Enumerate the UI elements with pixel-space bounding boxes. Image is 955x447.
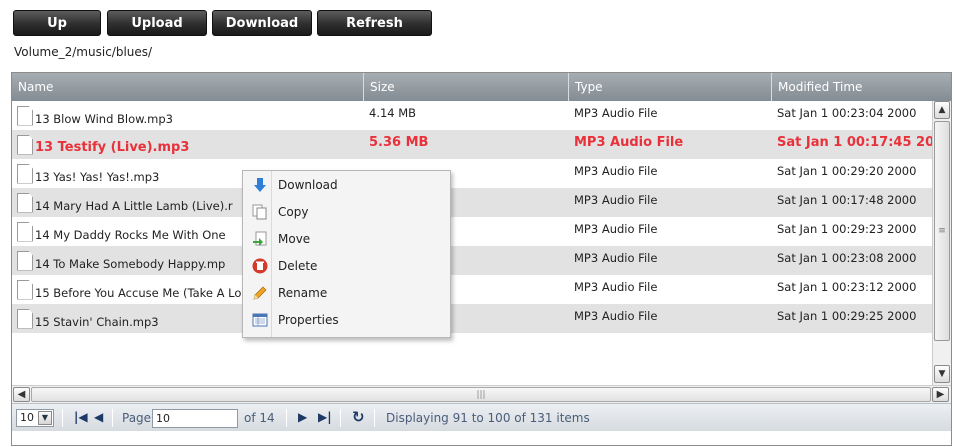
grid-header: Name Size Type Modified Time: [12, 73, 951, 101]
grid-rows: 13 Blow Wind Blow.mp3 4.14 MB MP3 Audio …: [12, 101, 932, 385]
refresh-icon[interactable]: ↻: [352, 408, 365, 426]
upload-button[interactable]: Upload: [107, 10, 207, 36]
menu-item-move[interactable]: Move: [245, 226, 448, 252]
type-cell: MP3 Audio File: [574, 309, 658, 323]
table-row[interactable]: 14 Mary Had A Little Lamb (Live).r MP3 A…: [12, 188, 932, 217]
column-header-size[interactable]: Size: [364, 73, 569, 101]
move-icon: [250, 230, 270, 248]
column-header-modified[interactable]: Modified Time: [772, 73, 951, 101]
type-cell: MP3 Audio File: [574, 135, 684, 150]
type-cell: MP3 Audio File: [574, 280, 658, 294]
horizontal-scroll-thumb[interactable]: |||: [31, 387, 931, 402]
scroll-up-icon[interactable]: ▲: [934, 101, 950, 119]
file-icon: [17, 279, 33, 300]
separator: [286, 409, 287, 427]
file-icon: [17, 192, 33, 213]
separator: [62, 409, 63, 427]
modified-cell: Sat Jan 1 00:17:45 20: [777, 135, 932, 150]
modified-cell: Sat Jan 1 00:23:04 2000: [777, 106, 917, 120]
name-cell: 13 Testify (Live).mp3: [12, 130, 364, 159]
table-row[interactable]: 15 Before You Accuse Me (Take A Look).mp…: [12, 275, 932, 304]
vertical-scroll-thumb[interactable]: ≡: [934, 121, 950, 341]
pagination-bar: 10 ▼ |◀ ◀ Page 10 of 14 ▶ ▶| ↻ Displayin…: [12, 403, 951, 431]
display-status: Displaying 91 to 100 of 131 items: [386, 411, 590, 425]
file-icon: [17, 163, 33, 184]
column-header-type[interactable]: Type: [569, 73, 772, 101]
menu-item-properties[interactable]: Properties: [245, 307, 448, 333]
modified-cell: Sat Jan 1 00:23:12 2000: [777, 280, 917, 294]
copy-icon: [250, 203, 270, 221]
scroll-down-icon[interactable]: ▼: [934, 365, 950, 383]
modified-cell: Sat Jan 1 00:29:23 2000: [777, 222, 917, 236]
separator: [340, 409, 341, 427]
menu-item-copy[interactable]: Copy: [245, 199, 448, 225]
table-row[interactable]: 13 Blow Wind Blow.mp3 4.14 MB MP3 Audio …: [12, 101, 932, 130]
file-icon: [17, 250, 33, 271]
separator: [374, 409, 375, 427]
size-cell: 5.36 MB: [369, 135, 429, 150]
chevron-down-icon[interactable]: ▼: [38, 411, 52, 425]
rename-pencil-icon: [250, 284, 270, 302]
current-path: Volume_2/music/blues/: [14, 45, 153, 59]
type-cell: MP3 Audio File: [574, 251, 658, 265]
type-cell: MP3 Audio File: [574, 164, 658, 178]
file-grid: Name Size Type Modified Time 13 Blow Win…: [11, 72, 952, 446]
modified-cell: Sat Jan 1 00:17:48 2000: [777, 193, 917, 207]
modified-cell: Sat Jan 1 00:29:25 2000: [777, 309, 917, 323]
separator: [112, 409, 113, 427]
type-cell: MP3 Audio File: [574, 222, 658, 236]
page-size-select[interactable]: 10 ▼: [16, 409, 54, 427]
vertical-scrollbar[interactable]: ▲ ≡ ▼: [932, 101, 951, 385]
type-cell: MP3 Audio File: [574, 106, 658, 120]
previous-page-icon[interactable]: ◀: [94, 410, 103, 424]
context-menu: Download Copy Move Delete Rename Propert…: [242, 170, 451, 338]
table-row[interactable]: 14 My Daddy Rocks Me With One MP3 Audio …: [12, 217, 932, 246]
first-page-icon[interactable]: |◀: [74, 410, 88, 424]
next-page-icon[interactable]: ▶: [298, 410, 307, 424]
column-header-name[interactable]: Name: [12, 73, 364, 101]
menu-item-download[interactable]: Download: [245, 172, 448, 198]
modified-cell: Sat Jan 1 00:29:20 2000: [777, 164, 917, 178]
table-row[interactable]: 15 Stavin' Chain.mp3 3.30 MB MP3 Audio F…: [12, 304, 932, 333]
properties-icon: [250, 311, 270, 329]
file-icon: [17, 308, 33, 329]
download-arrow-icon: [250, 176, 270, 194]
delete-icon: [250, 257, 270, 275]
type-cell: MP3 Audio File: [574, 193, 658, 207]
page-number-input[interactable]: 10: [152, 409, 238, 428]
table-row[interactable]: 14 To Make Somebody Happy.mp MP3 Audio F…: [12, 246, 932, 275]
file-icon: [17, 221, 33, 242]
up-button[interactable]: Up: [13, 10, 101, 36]
file-icon: [17, 134, 33, 155]
menu-item-rename[interactable]: Rename: [245, 280, 448, 306]
name-cell: 13 Blow Wind Blow.mp3: [12, 101, 364, 130]
download-button[interactable]: Download: [212, 10, 312, 36]
page-label: Page: [122, 411, 152, 425]
modified-cell: Sat Jan 1 00:23:08 2000: [777, 251, 917, 265]
menu-item-delete[interactable]: Delete: [245, 253, 448, 279]
scroll-left-icon[interactable]: ◀: [13, 387, 30, 402]
file-icon: [17, 105, 33, 126]
size-cell: 4.14 MB: [369, 106, 417, 120]
table-row[interactable]: 13 Yas! Yas! Yas!.mp3 MP3 Audio File Sat…: [12, 159, 932, 188]
page-count: of 14: [244, 411, 275, 425]
last-page-icon[interactable]: ▶|: [318, 410, 332, 424]
refresh-button[interactable]: Refresh: [317, 10, 432, 36]
horizontal-scrollbar[interactable]: ◀ ||| ▶: [12, 385, 951, 403]
table-row-selected[interactable]: 13 Testify (Live).mp3 5.36 MB MP3 Audio …: [12, 130, 932, 159]
scroll-right-icon[interactable]: ▶: [932, 387, 949, 402]
